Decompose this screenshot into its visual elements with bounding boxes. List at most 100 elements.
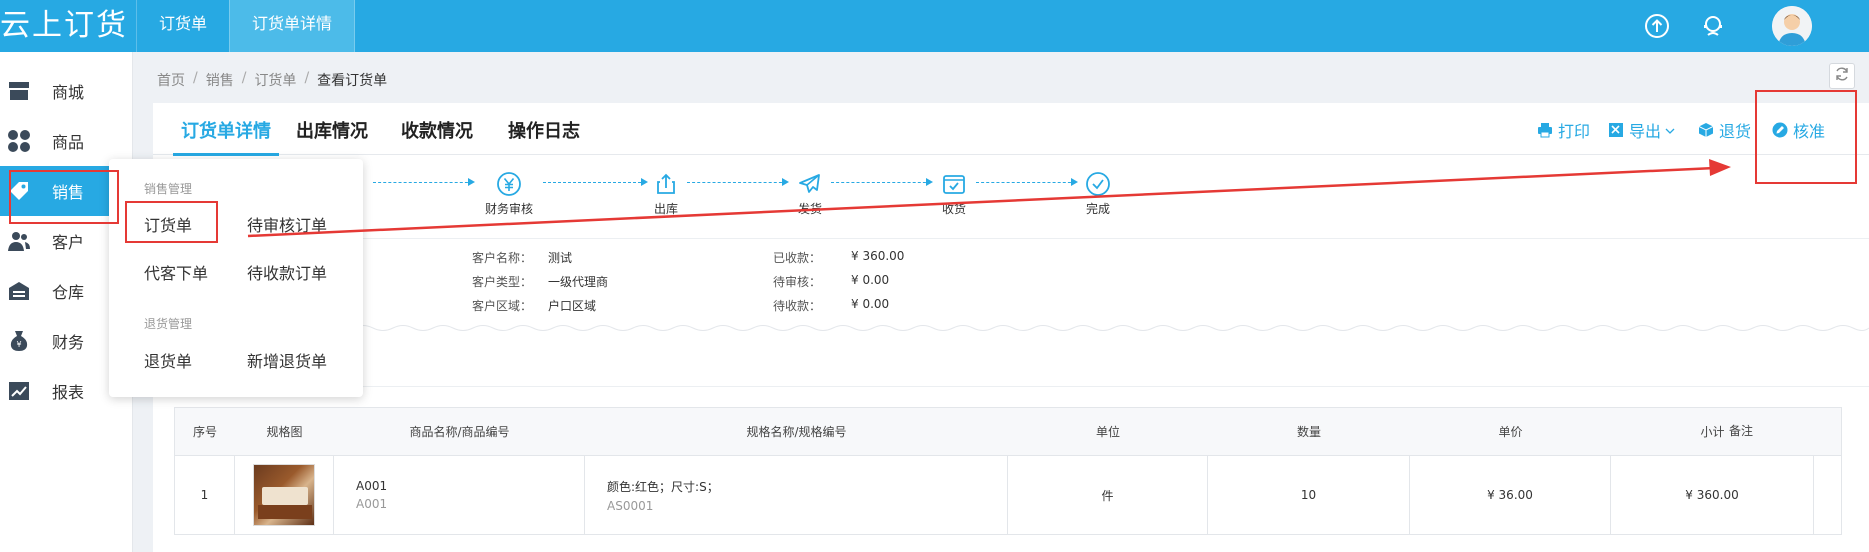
cell-remark — [1814, 456, 1841, 534]
detail-tabs: 订货单详情 出库情况 收款情况 操作日志 打印 导出 退货 核准 — [153, 103, 1869, 156]
yen-circle-icon — [495, 170, 523, 198]
export-label: 导出 — [1629, 122, 1662, 141]
spec-name: 颜色:红色；尺寸:S； — [607, 479, 719, 494]
step-complete: 完成 — [1058, 170, 1138, 217]
app-logo[interactable]: 云上订货 — [0, 6, 128, 46]
upload-circle-icon[interactable] — [1642, 11, 1672, 41]
cell-spec-image — [235, 456, 334, 534]
airplane-icon — [796, 170, 824, 198]
cell-index: 1 — [175, 456, 235, 534]
spec-code: AS0001 — [607, 498, 654, 513]
export-icon — [1607, 121, 1625, 139]
money-bag-icon: ¥ — [6, 328, 32, 354]
tab-operation-log[interactable]: 操作日志 — [508, 117, 580, 143]
users-icon — [6, 228, 32, 254]
step-connector — [373, 178, 475, 186]
col-header: 单位 — [1095, 425, 1120, 439]
divider — [153, 238, 1869, 239]
export-button[interactable]: 导出 — [1607, 118, 1675, 142]
cell-unit: 件 — [1008, 456, 1208, 534]
col-header-remark: 备注 — [1728, 424, 1753, 438]
pending-review-value: ¥ 0.00 — [851, 273, 890, 287]
tab-payments[interactable]: 收款情况 — [401, 117, 473, 143]
menu-item-pending-payment[interactable]: 待收款订单 — [247, 260, 327, 284]
col-header: 商品名称/商品编号 — [409, 425, 510, 439]
user-avatar[interactable] — [1772, 6, 1812, 46]
customer-area-value: 户口区域 — [548, 299, 597, 313]
cell-subtotal: ¥ 360.00 — [1611, 456, 1814, 534]
check-circle-icon — [1084, 170, 1112, 198]
step-receive: 收货 — [914, 170, 994, 217]
breadcrumb-home[interactable]: 首页 — [157, 70, 185, 90]
share-upload-icon — [652, 170, 680, 198]
headset-icon[interactable] — [1698, 11, 1728, 41]
refresh-button[interactable] — [1829, 63, 1855, 89]
sidebar-item-label: 报表 — [52, 383, 85, 402]
col-header: 单价 — [1498, 425, 1523, 439]
sidebar-item-label: 仓库 — [52, 283, 85, 302]
step-label: 出库 — [653, 202, 678, 216]
chevron-down-icon — [1665, 121, 1675, 140]
pending-receive-value: ¥ 0.00 — [851, 297, 890, 311]
pending-review-label: 待审核： — [773, 275, 822, 289]
cell-price: ¥ 36.00 — [1410, 456, 1611, 534]
product-thumbnail[interactable] — [253, 464, 315, 526]
received-label: 已收款： — [773, 251, 822, 265]
breadcrumb: 首页 / 销售 / 订货单 / 查看订货单 — [157, 70, 387, 90]
menu-item-returns[interactable]: 退货单 — [144, 348, 192, 372]
product-code: A001 — [356, 497, 388, 511]
printer-icon — [1536, 121, 1554, 139]
warehouse-icon — [6, 278, 32, 304]
print-label: 打印 — [1558, 122, 1591, 141]
table-header: 序号 规格图 商品名称/商品编号 规格名称/规格编号 单位 数量 单价 小计 — [175, 408, 1841, 456]
customer-name-value: 测试 — [548, 251, 573, 265]
top-bar: 云上订货 订货单 订货单详情 — [0, 0, 1869, 52]
annotation-box-orders — [125, 201, 218, 243]
return-label: 退货 — [1719, 122, 1752, 141]
received-value: ¥ 360.00 — [851, 249, 905, 263]
breadcrumb-separator: / — [193, 70, 198, 86]
store-icon — [6, 78, 32, 104]
step-label: 财务审核 — [484, 202, 533, 216]
top-nav-order-detail[interactable]: 订货单详情 — [229, 0, 356, 52]
customer-name-label: 客户名称： — [472, 251, 533, 265]
menu-item-new-return[interactable]: 新增退货单 — [247, 348, 327, 372]
menu-group-title: 销售管理 — [144, 182, 193, 196]
tab-order-detail[interactable]: 订货单详情 — [181, 117, 271, 143]
step-outbound: 出库 — [626, 170, 706, 217]
col-header: 规格名称/规格编号 — [746, 425, 847, 439]
top-icons — [1642, 0, 1812, 52]
sidebar-item-store[interactable]: 商城 — [0, 66, 133, 116]
wave-divider — [153, 325, 1869, 331]
active-tab-indicator — [173, 153, 279, 156]
tab-outbound[interactable]: 出库情况 — [296, 117, 368, 143]
breadcrumb-orders[interactable]: 订货单 — [254, 70, 296, 90]
pending-receive-label: 待收款： — [773, 299, 822, 313]
annotation-box-approve — [1755, 90, 1857, 184]
package-check-icon — [940, 170, 968, 198]
box-icon — [1697, 121, 1715, 139]
return-button[interactable]: 退货 — [1697, 118, 1751, 142]
chart-icon — [6, 378, 32, 404]
top-nav-order-list[interactable]: 订货单 — [136, 0, 229, 52]
order-items-table: 序号 规格图 商品名称/商品编号 规格名称/规格编号 单位 数量 单价 小计 1… — [174, 407, 1842, 535]
print-button[interactable]: 打印 — [1536, 118, 1590, 142]
breadcrumb-separator: / — [304, 70, 310, 86]
menu-item-place-order[interactable]: 代客下单 — [144, 260, 208, 284]
breadcrumb-sales[interactable]: 销售 — [206, 70, 234, 90]
grid-icon — [6, 128, 32, 154]
cell-spec: 颜色:红色；尺寸:S； AS0001 — [585, 456, 1008, 534]
svg-text:¥: ¥ — [16, 340, 21, 349]
breadcrumb-current: 查看订货单 — [317, 73, 388, 89]
step-finance-review: 财务审核 — [469, 170, 549, 217]
divider — [153, 386, 1869, 387]
sidebar-item-label: 商城 — [52, 83, 85, 102]
col-header: 规格图 — [266, 425, 303, 439]
customer-area-label: 客户区域： — [472, 299, 533, 313]
menu-item-pending-review[interactable]: 待审核订单 — [247, 212, 327, 236]
cell-product: A001 A001 — [334, 456, 585, 534]
step-shipping: 发货 — [770, 170, 850, 217]
sales-dropdown-menu: 销售管理 订货单 待审核订单 代客下单 待收款订单 退货管理 退货单 新增退货单 — [109, 159, 363, 397]
table-row[interactable]: 1 A001 A001 颜色:红色；尺寸:S； AS0001 件 10 ¥ 36… — [175, 456, 1841, 534]
annotation-box-sales — [9, 170, 119, 224]
